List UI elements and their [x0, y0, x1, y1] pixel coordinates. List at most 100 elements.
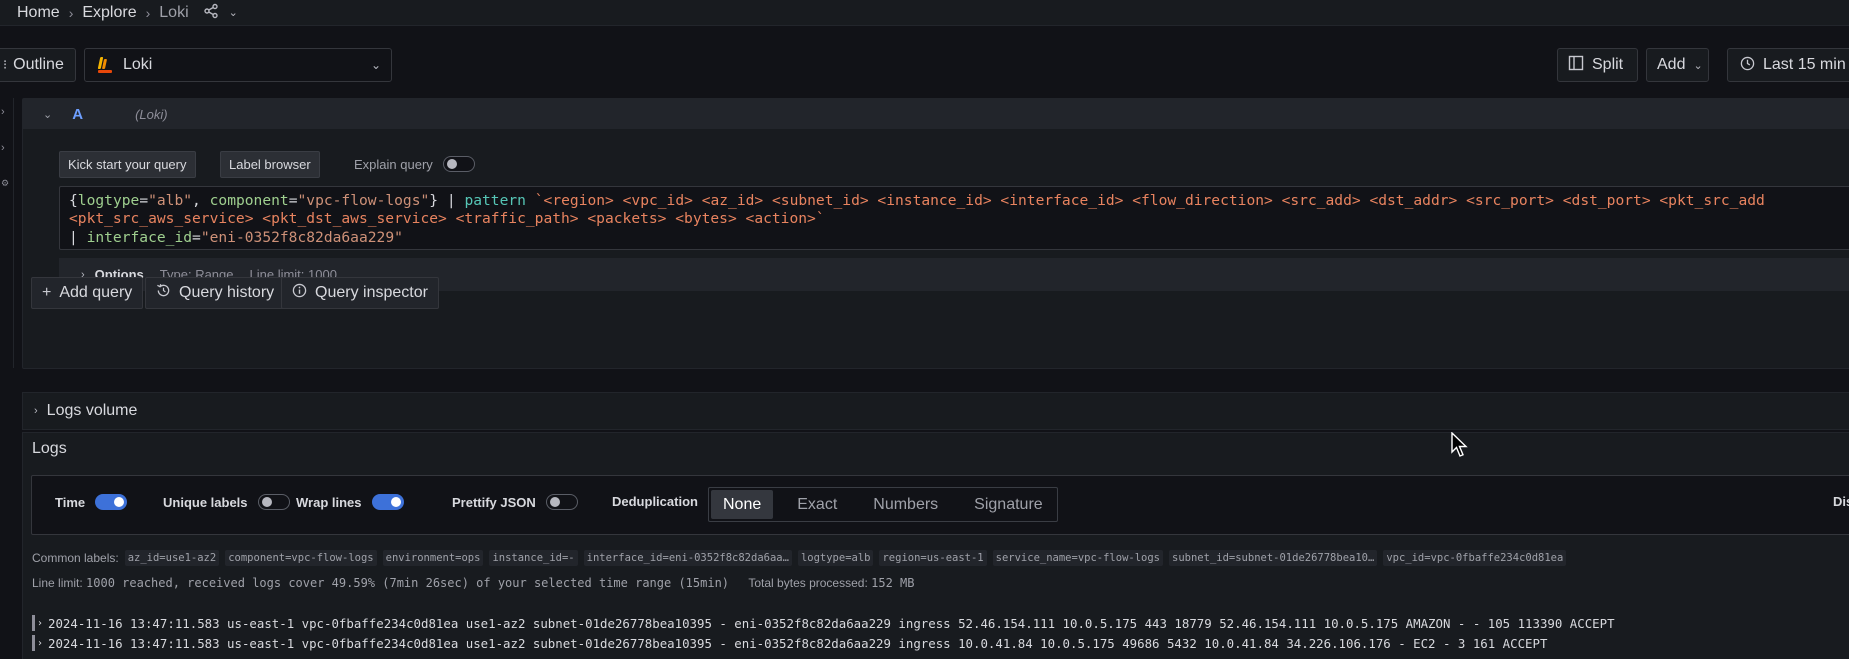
label-browser-button[interactable]: Label browser [220, 151, 320, 178]
left-gutter: › › ⚙ [0, 98, 14, 368]
code-token: = [288, 192, 298, 209]
logs-volume-section[interactable]: › Logs volume [22, 392, 1849, 430]
code-token: component [209, 192, 289, 209]
log-level-indicator [32, 615, 35, 631]
chevron-right-icon[interactable]: › [38, 618, 42, 629]
breadcrumb-separator-icon: › [68, 4, 74, 21]
code-token: pattern [464, 192, 526, 209]
time-switch[interactable] [95, 494, 128, 510]
deduplication-segmented-control: None Exact Numbers Signature [708, 487, 1058, 522]
unique-labels-switch[interactable] [257, 494, 290, 510]
chevron-right-icon[interactable]: › [1, 106, 13, 134]
code-token: | [69, 228, 87, 246]
code-token: { [69, 192, 78, 209]
split-button[interactable]: Split [1557, 48, 1638, 82]
code-token: `<region> <vpc_id> <az_id> <subnet_id> <… [534, 192, 1765, 209]
prettify-json-label: Prettify JSON [452, 494, 536, 510]
time-range-picker[interactable]: Last 15 min [1727, 48, 1849, 82]
prettify-json-switch[interactable] [545, 494, 578, 510]
line-limit-title: Line limit: [32, 576, 83, 590]
dedup-option-none[interactable]: None [711, 490, 774, 519]
loki-logo-icon [97, 56, 113, 74]
time-toggle-label: Time [55, 494, 86, 510]
settings-icon[interactable]: ⚙ [1, 178, 13, 206]
chevron-down-icon[interactable]: ⌄ [229, 6, 238, 19]
deduplication-label: Deduplication [612, 494, 698, 509]
code-token: "vpc-flow-logs" [297, 192, 430, 209]
code-token: = [192, 228, 201, 246]
explain-query-switch[interactable] [442, 156, 475, 172]
explain-query-label: Explain query [354, 156, 433, 172]
wrap-lines-switch[interactable] [371, 494, 404, 510]
outline-label: Outline [13, 56, 64, 73]
breadcrumb-home[interactable]: Home [17, 4, 60, 22]
label-chip: component=vpc-flow-logs [225, 550, 377, 566]
split-label: Split [1592, 56, 1624, 73]
label-chip: interface_id=eni-0352f8c82da6aa… [583, 550, 792, 566]
bytes-processed-title: Total bytes processed: [748, 576, 868, 590]
mouse-cursor-icon [1451, 432, 1468, 457]
query-inspector-button[interactable]: Query inspector [281, 277, 439, 309]
time-toggle-group: Time [55, 494, 128, 510]
line-limit-info: Line limit: 1000 reached, received logs … [32, 576, 914, 590]
add-query-button[interactable]: + Add query [31, 277, 144, 309]
info-circle-icon [292, 283, 307, 303]
log-row[interactable]: › 2024-11-16 13:47:11.583 us-east-1 vpc-… [32, 633, 1547, 653]
unique-labels-label: Unique labels [163, 494, 248, 510]
log-row[interactable]: › 2024-11-16 13:47:11.583 us-east-1 vpc-… [32, 613, 1615, 633]
query-inspector-label: Query inspector [315, 284, 428, 301]
query-history-label: Query history [179, 284, 275, 301]
datasource-picker[interactable]: Loki ⌄ [84, 48, 392, 82]
breadcrumb-current: Loki [159, 3, 189, 21]
collapse-chevron-icon[interactable]: ⌄ [43, 108, 52, 121]
label-chip: instance_id=- [489, 550, 578, 566]
logs-panel: Logs Time Unique labels Wrap lines Prett… [22, 432, 1849, 659]
dedup-option-numbers[interactable]: Numbers [861, 490, 950, 519]
datasource-name: Loki [123, 56, 153, 73]
breadcrumb-explore[interactable]: Explore [82, 4, 136, 22]
label-chip: vpc_id=vpc-0fbaffe234c0d81ea [1383, 550, 1567, 566]
dedup-option-signature[interactable]: Signature [962, 490, 1055, 519]
explain-query-toggle-group: Explain query [354, 156, 475, 172]
logs-volume-title: Logs volume [46, 402, 138, 419]
chevron-down-icon: ⌄ [370, 58, 381, 72]
display-results-label: Disp [1833, 494, 1849, 509]
breadcrumb-separator-icon: › [145, 4, 151, 21]
outline-button[interactable]: ⁝ Outline [0, 48, 76, 82]
code-token: <pkt_src_aws_service> <pkt_dst_aws_servi… [69, 210, 825, 228]
query-code-editor[interactable]: {logtype="alb", component="vpc-flow-logs… [59, 186, 1849, 250]
label-chip: region=us-east-1 [879, 550, 987, 566]
logs-controls-bar: Time Unique labels Wrap lines Prettify J… [31, 475, 1849, 535]
query-ref-id[interactable]: A [72, 106, 83, 123]
code-token: , [192, 192, 210, 209]
unique-labels-toggle-group: Unique labels [163, 494, 290, 510]
log-line: 2024-11-16 13:47:11.583 us-east-1 vpc-0f… [48, 635, 1548, 651]
code-token: logtype [77, 192, 140, 209]
add-button[interactable]: Add ⌄ [1646, 48, 1709, 82]
outline-icon: ⁝ [3, 57, 8, 72]
chevron-right-icon[interactable]: › [38, 638, 42, 649]
query-editor-panel: ⌄ A (Loki) Kick start your query Label b… [22, 98, 1849, 369]
dedup-option-exact[interactable]: Exact [785, 490, 849, 519]
label-chip: az_id=use1-az2 [124, 550, 220, 566]
query-history-button[interactable]: Query history [145, 277, 286, 309]
prettify-json-toggle-group: Prettify JSON [452, 494, 578, 510]
kick-start-button[interactable]: Kick start your query [59, 151, 196, 178]
clock-icon [1740, 56, 1755, 75]
label-chip: subnet_id=subnet-01de26778bea10… [1169, 550, 1378, 566]
common-labels-title: Common labels: [32, 551, 119, 565]
label-chip: service_name=vpc-flow-logs [992, 550, 1164, 566]
wrap-lines-toggle-group: Wrap lines [296, 494, 404, 510]
share-icon[interactable] [203, 3, 219, 23]
breadcrumb: Home › Explore › Loki ⌄ [0, 0, 1849, 26]
add-label: Add [1657, 56, 1686, 73]
time-range-label: Last 15 min [1763, 56, 1846, 73]
chevron-right-icon[interactable]: › [1, 142, 13, 170]
chevron-right-icon: › [34, 405, 38, 417]
code-token: } | [429, 192, 465, 209]
explore-toolbar: ⁝ Outline Loki ⌄ Split Add ⌄ Last 15 min [0, 38, 1849, 94]
log-level-indicator [32, 635, 35, 651]
code-token: "alb" [148, 192, 193, 209]
log-line: 2024-11-16 13:47:11.583 us-east-1 vpc-0f… [48, 615, 1615, 631]
